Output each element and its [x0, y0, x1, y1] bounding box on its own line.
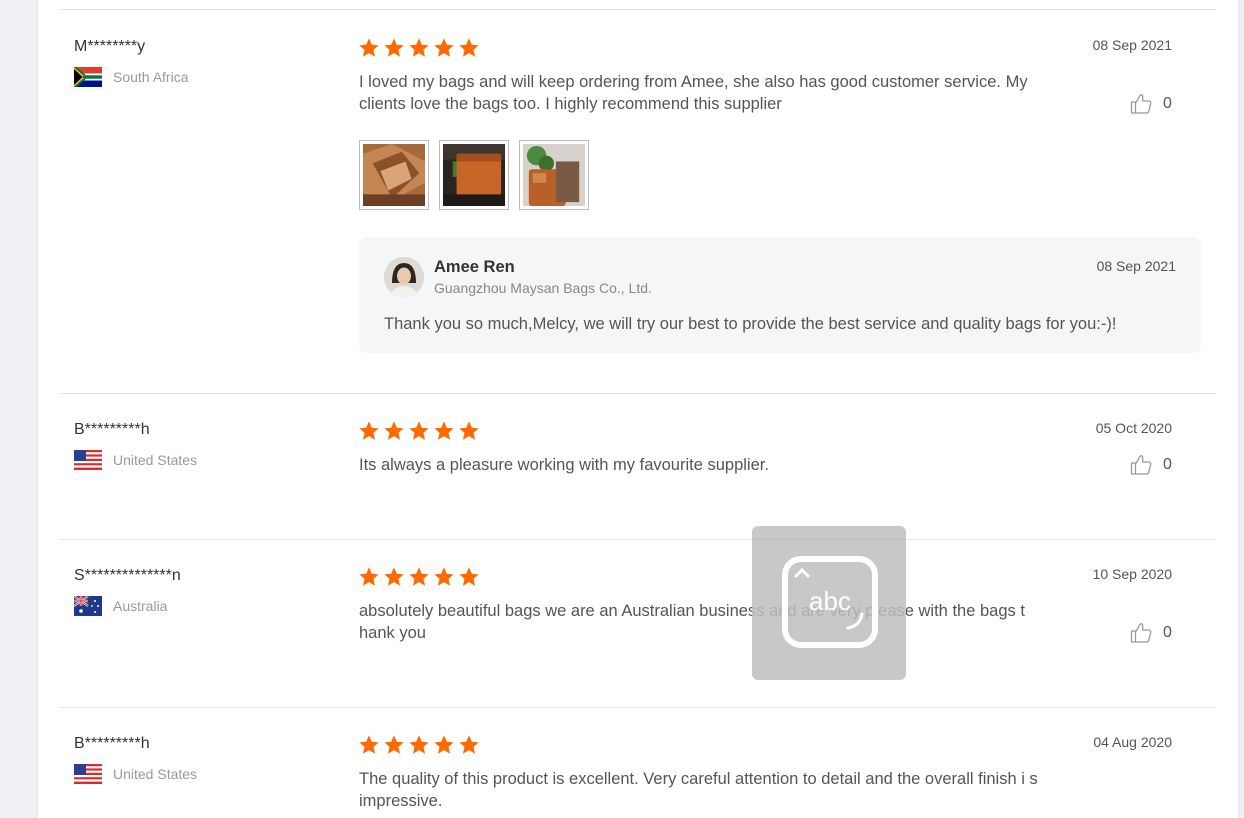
review-date: 10 Sep 2020	[1092, 566, 1172, 582]
us-flag-icon	[74, 764, 102, 784]
country-label: Australia	[113, 598, 168, 614]
overlay-label: abc	[809, 586, 851, 616]
reviewer-country: South Africa	[74, 67, 189, 87]
reply-date: 08 Sep 2021	[1096, 258, 1176, 274]
rating-stars	[358, 420, 480, 442]
like-count: 0	[1163, 456, 1172, 473]
review-text: I loved my bags and will keep ordering f…	[359, 73, 1028, 113]
keyboard-abc-icon: abc	[782, 556, 878, 648]
south-africa-flag-icon	[74, 67, 102, 87]
star-icon	[383, 420, 405, 442]
us-flag-icon	[74, 450, 102, 470]
star-icon	[433, 566, 455, 588]
australia-flag-icon	[74, 596, 102, 616]
star-icon	[383, 566, 405, 588]
reviewer-name: B*********h	[74, 735, 150, 752]
star-icon	[458, 420, 480, 442]
reviewer-country: United States	[74, 450, 197, 470]
like-button[interactable]: 0	[1129, 621, 1172, 645]
star-icon	[358, 37, 380, 59]
divider	[60, 707, 1216, 708]
review-text: absolutely beautiful bags we are an Aust…	[359, 602, 1025, 642]
like-button[interactable]: 0	[1129, 92, 1172, 116]
reviewer-country: United States	[74, 764, 197, 784]
reply-text: Thank you so much,Melcy, we will try our…	[384, 315, 1117, 333]
star-icon	[408, 566, 430, 588]
rating-stars	[358, 734, 480, 756]
review-image-thumbnail[interactable]	[359, 140, 429, 210]
star-icon	[433, 37, 455, 59]
divider	[60, 9, 1216, 10]
divider	[60, 539, 1216, 540]
rating-stars	[358, 566, 480, 588]
like-count: 0	[1163, 624, 1172, 641]
star-icon	[433, 734, 455, 756]
replier-name: Amee Ren	[434, 258, 515, 276]
review-image-thumbnail[interactable]	[439, 140, 509, 210]
avatar	[384, 257, 424, 297]
review-date: 08 Sep 2021	[1092, 37, 1172, 53]
bag-photo-2	[443, 144, 505, 206]
country-label: United States	[113, 766, 198, 782]
thumbs-up-icon	[1129, 453, 1153, 477]
review-image-thumbnail[interactable]	[519, 140, 589, 210]
reviewer-country: Australia	[74, 596, 167, 616]
review-date: 04 Aug 2020	[1093, 734, 1172, 750]
reviewer-name: B*********h	[74, 421, 150, 438]
star-icon	[458, 734, 480, 756]
star-icon	[408, 420, 430, 442]
rating-stars	[358, 37, 480, 59]
star-icon	[408, 734, 430, 756]
star-icon	[458, 566, 480, 588]
replier-company: Guangzhou Maysan Bags Co., Ltd.	[434, 280, 652, 296]
star-icon	[358, 734, 380, 756]
star-icon	[383, 37, 405, 59]
bag-photo-1	[363, 144, 425, 206]
star-icon	[383, 734, 405, 756]
divider	[60, 393, 1216, 394]
thumbs-up-icon	[1129, 92, 1153, 116]
review-text: The quality of this product is excellent…	[359, 770, 1038, 810]
like-count: 0	[1163, 95, 1172, 112]
bag-photo-3	[523, 144, 585, 206]
keyboard-overlay[interactable]: abc	[752, 526, 906, 680]
reviews-panel: M********y South Africa 08 Sep 2021 I lo…	[37, 0, 1239, 818]
supplier-reply: Amee Ren Guangzhou Maysan Bags Co., Ltd.…	[359, 237, 1201, 353]
star-icon	[408, 37, 430, 59]
country-label: South Africa	[113, 69, 189, 85]
review-text: Its always a pleasure working with my fa…	[359, 456, 769, 474]
thumbs-up-icon	[1129, 621, 1153, 645]
star-icon	[433, 420, 455, 442]
star-icon	[358, 566, 380, 588]
review-images	[359, 140, 589, 210]
review-date: 05 Oct 2020	[1095, 420, 1172, 436]
star-icon	[458, 37, 480, 59]
country-label: United States	[113, 452, 198, 468]
reviewer-name: S**************n	[74, 567, 181, 584]
like-button[interactable]: 0	[1129, 453, 1172, 477]
reviewer-name: M********y	[74, 38, 146, 55]
star-icon	[358, 420, 380, 442]
